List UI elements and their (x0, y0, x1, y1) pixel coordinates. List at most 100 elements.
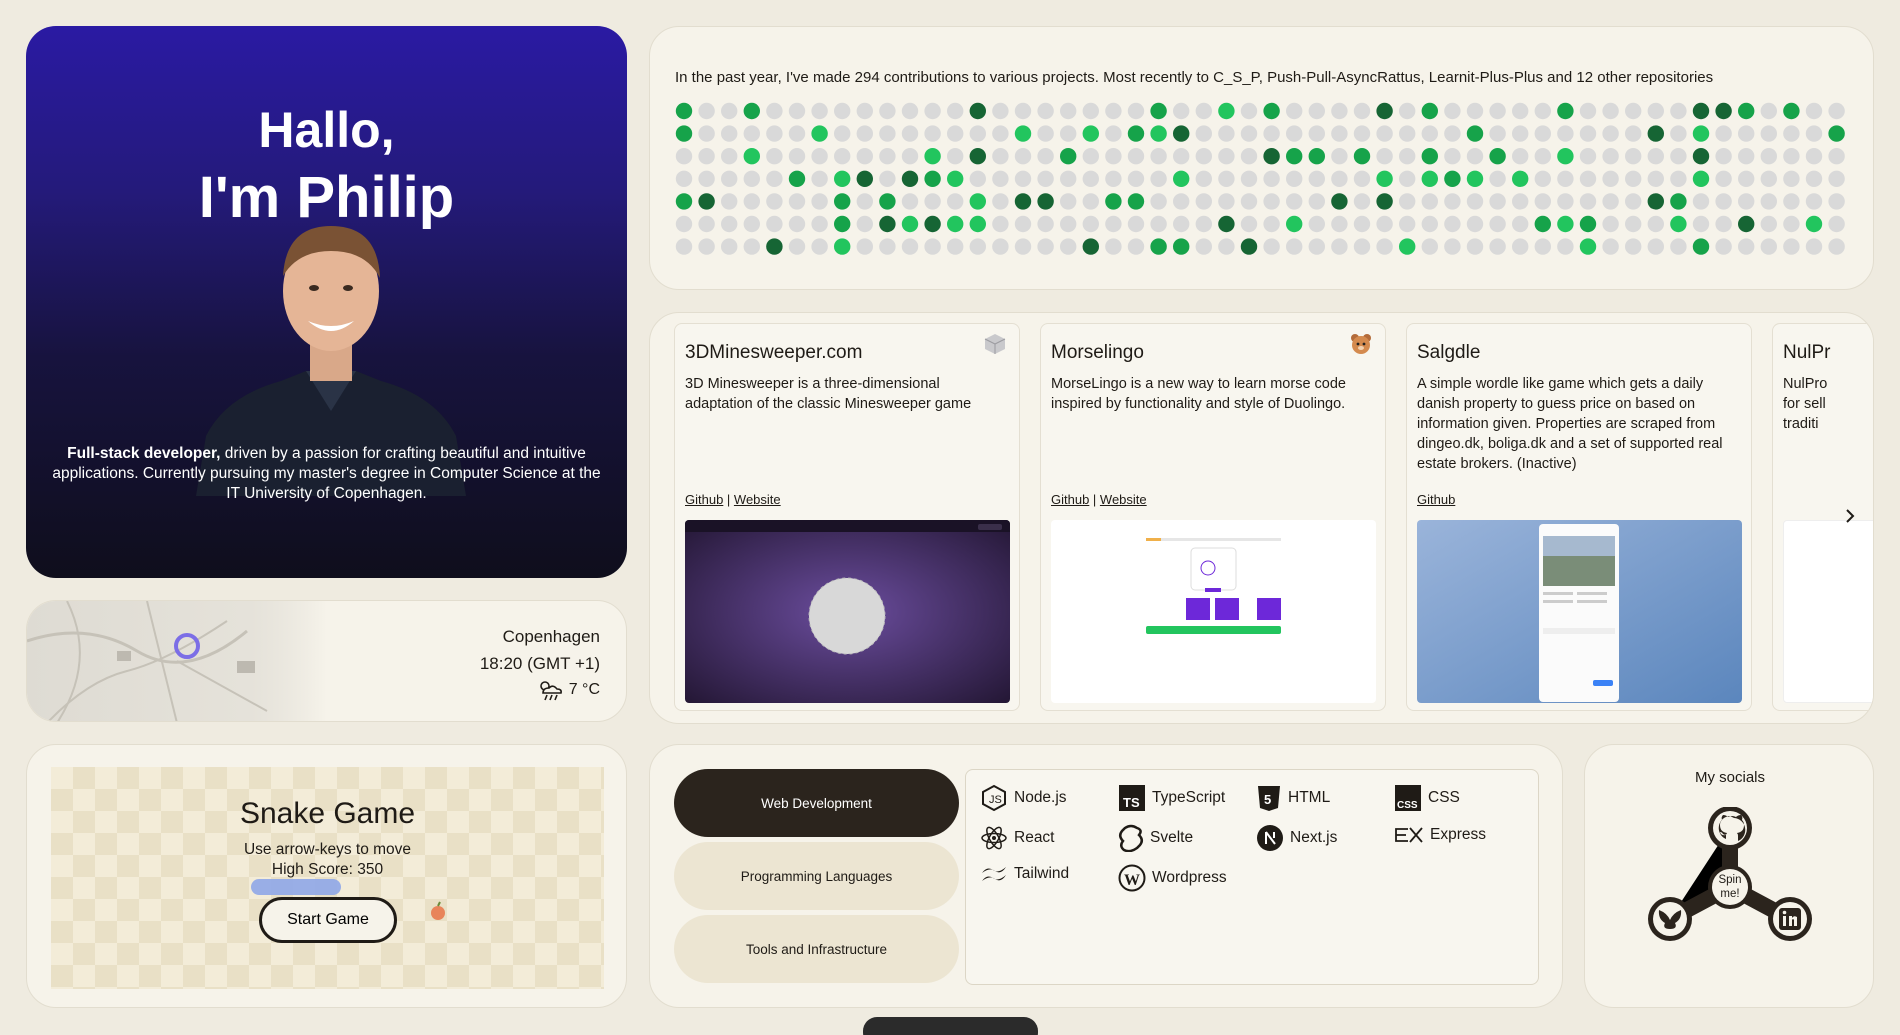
contribution-day (1376, 238, 1393, 255)
project-card[interactable]: Morselingo MorseLingo is a new way to le… (1040, 323, 1386, 711)
contribution-day (1195, 238, 1212, 255)
contribution-day (1466, 102, 1484, 120)
contribution-day (1489, 125, 1506, 142)
category-web-development[interactable]: Web Development (674, 769, 959, 837)
contribution-day (766, 148, 783, 165)
contribution-day (1579, 170, 1597, 187)
contribution-day (1715, 193, 1732, 210)
project-card[interactable]: Salgdle A simple wordle like game which … (1406, 323, 1752, 711)
carousel-next-button[interactable] (1843, 505, 1857, 531)
github-icon[interactable] (1708, 807, 1752, 850)
contribution-day (1286, 238, 1303, 255)
contribution-day (766, 215, 783, 233)
contribution-day (1037, 193, 1054, 210)
project-screenshot[interactable] (1783, 520, 1873, 703)
contribution-day (1331, 170, 1348, 187)
category-programming-languages[interactable]: Programming Languages (674, 842, 959, 910)
contribution-day (856, 102, 873, 120)
github-link[interactable]: Github (1051, 492, 1089, 507)
contribution-day (1738, 102, 1755, 120)
project-screenshot[interactable] (1051, 520, 1376, 703)
contribution-day (1263, 170, 1280, 187)
contribution-day (1263, 148, 1280, 165)
nodejs-icon: JS (982, 784, 1006, 812)
contribution-day (1647, 215, 1664, 233)
project-screenshot[interactable] (685, 520, 1010, 703)
contribution-day (879, 148, 896, 165)
contribution-day (1173, 148, 1190, 165)
contribution-day (901, 193, 919, 210)
github-link[interactable]: Github (685, 492, 723, 507)
contribution-day (1579, 102, 1597, 120)
start-game-button[interactable]: Start Game (259, 897, 397, 943)
contribution-day (969, 125, 986, 142)
contribution-day (1353, 170, 1371, 187)
contribution-day (1127, 215, 1145, 233)
contribution-day (1331, 102, 1348, 120)
contribution-day (1218, 238, 1235, 255)
contribution-day (1353, 238, 1371, 255)
skills-card: Web Development Programming Languages To… (649, 744, 1563, 1008)
contribution-day (1466, 193, 1484, 210)
hero-bio: Full-stack developer, driven by a passio… (52, 445, 601, 502)
contribution-day (1150, 148, 1167, 165)
contribution-day (1127, 238, 1145, 255)
project-screenshot[interactable] (1417, 520, 1742, 703)
contribution-day (1828, 238, 1845, 255)
contribution-day (1625, 193, 1642, 210)
contribution-day (879, 170, 896, 187)
contribution-day (1534, 193, 1551, 210)
contribution-day (1353, 215, 1371, 233)
contribution-day (1037, 148, 1054, 165)
project-links: Github | Website (1051, 492, 1147, 507)
wordpress-icon: W (1118, 864, 1146, 892)
project-card[interactable]: NulPr NulPro for sell traditi (1772, 323, 1873, 711)
snake-hint: Use arrow-keys to move (243, 841, 412, 858)
contribution-day (811, 170, 828, 187)
map-image[interactable] (27, 601, 327, 722)
contribution-day (1489, 238, 1506, 255)
skill-item: Tailwind (980, 864, 1069, 884)
contribution-day (856, 170, 873, 187)
project-description: 3D Minesweeper is a three-dimensional ad… (685, 376, 972, 412)
contribution-day (856, 193, 873, 210)
tailwind-icon (982, 867, 1006, 881)
website-link[interactable]: Website (1100, 492, 1147, 507)
website-link[interactable]: Website (734, 492, 781, 507)
contribution-day (1625, 215, 1642, 233)
html5-icon: 5 (1258, 786, 1280, 811)
contribution-day (1286, 148, 1303, 165)
contribution-day (947, 215, 964, 233)
contribution-day (969, 238, 986, 255)
project-card[interactable]: 3DMinesweeper.com 3D Minesweeper is a th… (674, 323, 1020, 711)
contribution-day (1195, 215, 1212, 233)
contribution-day (1421, 215, 1438, 233)
category-tools-infrastructure[interactable]: Tools and Infrastructure (674, 915, 959, 983)
contribution-day (1489, 102, 1506, 120)
contribution-day (1602, 215, 1619, 233)
contribution-day (901, 102, 919, 120)
project-title: 3DMinesweeper.com (685, 342, 863, 363)
contribution-day (811, 102, 828, 120)
spin-me-label[interactable]: Spin me! (1709, 873, 1751, 901)
bluesky-icon[interactable] (1648, 897, 1692, 941)
bottom-dock[interactable] (863, 1017, 1038, 1035)
github-link[interactable]: Github (1417, 492, 1455, 507)
contribution-day (1218, 125, 1235, 142)
contribution-day (1353, 193, 1371, 210)
contribution-day (1240, 102, 1258, 120)
linkedin-icon[interactable] (1768, 897, 1812, 941)
snake-game-card: Snake Game Use arrow-keys to move High S… (26, 744, 627, 1008)
contribution-day (1399, 170, 1416, 187)
contribution-day (1105, 238, 1122, 255)
contribution-day (1308, 170, 1325, 187)
typescript-icon: TS (1119, 785, 1145, 811)
contribution-day (856, 215, 873, 233)
contribution-day (1308, 193, 1325, 210)
contribution-day (879, 238, 896, 255)
contribution-day (721, 102, 738, 120)
contribution-day (924, 238, 941, 255)
contribution-day (766, 125, 783, 142)
cube-icon (984, 334, 1006, 354)
contribution-day (1240, 170, 1258, 187)
